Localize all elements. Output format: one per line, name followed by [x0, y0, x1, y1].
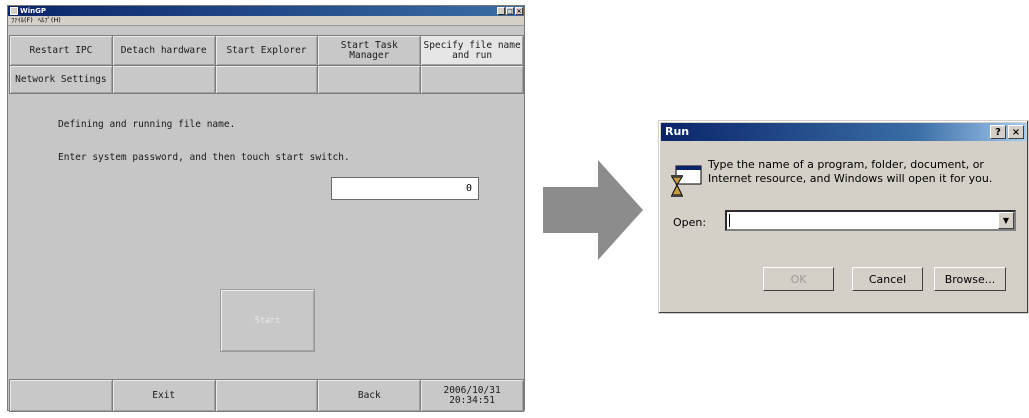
password-input[interactable]: 0 — [331, 177, 479, 200]
wingp-app-icon — [10, 7, 18, 15]
menu-file[interactable]: ﾌｧｲﾙ(F) — [11, 16, 33, 25]
empty-button[interactable] — [111, 65, 216, 94]
minimize-button[interactable]: _ — [497, 7, 505, 15]
specify-file-name-and-run-tab[interactable]: Specify file name and run — [420, 35, 524, 66]
empty-button[interactable] — [214, 379, 319, 412]
datetime-display: 2006/10/31 20:34:51 — [420, 379, 524, 412]
password-instruction: Enter system password, and then touch st… — [58, 152, 350, 163]
start-explorer-button[interactable]: Start Explorer — [214, 35, 319, 66]
empty-button[interactable] — [9, 379, 113, 412]
run-dialog: Run ? × Type the name of a program, fold… — [658, 120, 1029, 314]
cancel-button[interactable]: Cancel — [852, 267, 923, 291]
wingp-window: WinGP _ □ × ﾌｧｲﾙ(F) ﾍﾙﾌﾟ(H) Restart IPC … — [7, 5, 525, 412]
open-combobox[interactable]: ▼ — [725, 210, 1016, 231]
ok-button[interactable]: OK — [763, 267, 834, 291]
exit-button[interactable]: Exit — [111, 379, 216, 412]
menu-help[interactable]: ﾍﾙﾌﾟ(H) — [38, 16, 61, 25]
top-button-row: Restart IPC Detach hardware Start Explor… — [9, 35, 524, 66]
network-settings-button[interactable]: Network Settings — [9, 65, 113, 94]
wingp-titlebar: WinGP _ □ × — [8, 6, 524, 16]
back-button[interactable]: Back — [317, 379, 422, 412]
second-button-row: Network Settings — [9, 65, 524, 94]
wingp-menubar: ﾌｧｲﾙ(F) ﾍﾙﾌﾟ(H) — [8, 16, 524, 26]
empty-button[interactable] — [214, 65, 319, 94]
close-button[interactable]: × — [1008, 125, 1024, 139]
restart-ipc-button[interactable]: Restart IPC — [9, 35, 113, 66]
browse-button[interactable]: Browse... — [934, 267, 1006, 291]
start-button[interactable]: Start — [220, 289, 315, 352]
chevron-down-icon[interactable]: ▼ — [998, 212, 1014, 229]
detach-hardware-button[interactable]: Detach hardware — [111, 35, 216, 66]
wingp-title: WinGP — [20, 7, 46, 15]
bottom-button-row: Exit Back 2006/10/31 20:34:51 — [9, 379, 524, 412]
run-title: Run — [665, 125, 690, 138]
start-task-manager-button[interactable]: Start Task Manager — [317, 35, 422, 66]
empty-button[interactable] — [420, 65, 524, 94]
text-cursor — [729, 214, 730, 227]
run-description: Type the name of a program, folder, docu… — [708, 158, 993, 185]
help-button[interactable]: ? — [990, 125, 1006, 139]
defining-message: Defining and running file name. — [58, 119, 236, 130]
right-arrow-icon — [543, 160, 643, 260]
close-button[interactable]: × — [515, 7, 523, 15]
run-titlebar: Run ? × — [661, 123, 1026, 141]
windows-run-icon — [671, 165, 702, 197]
open-label: Open: — [673, 216, 707, 229]
empty-button[interactable] — [317, 65, 422, 94]
maximize-button[interactable]: □ — [506, 7, 514, 15]
